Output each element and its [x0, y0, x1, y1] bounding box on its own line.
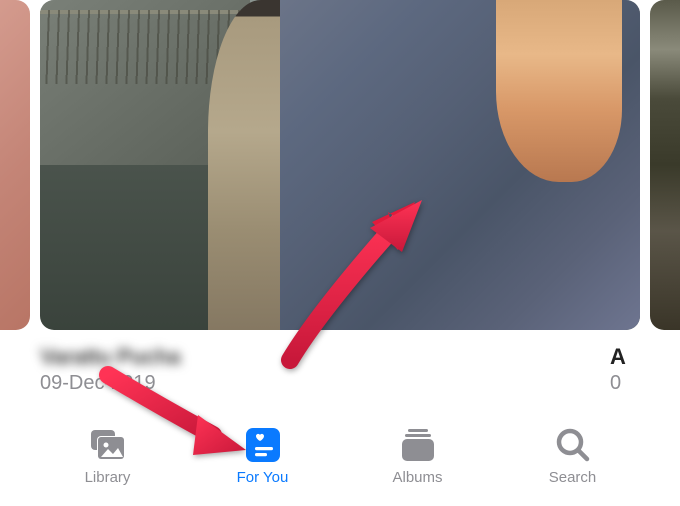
next-memory-peek[interactable] [650, 0, 680, 330]
albums-icon [397, 426, 439, 464]
tab-library[interactable]: Library [68, 426, 148, 486]
memory-title: Varattu Pucha [40, 344, 610, 370]
next-memory-title-partial: A [610, 344, 640, 370]
next-memory-date-partial: 0 [610, 372, 640, 395]
memory-photo[interactable] [40, 0, 640, 330]
for-you-icon [242, 426, 284, 464]
tab-albums-label: Albums [392, 469, 442, 486]
memory-metadata: Varattu Pucha 09-Dec-2019 A 0 [0, 330, 680, 395]
tab-library-label: Library [85, 469, 131, 486]
tab-search[interactable]: Search [533, 426, 613, 486]
bottom-tab-bar: Library For You Albums [0, 416, 680, 506]
tab-for-you-label: For You [237, 469, 289, 486]
memory-photo-row [0, 0, 680, 330]
memory-date: 09-Dec-2019 [40, 372, 610, 395]
tab-for-you[interactable]: For You [223, 426, 303, 486]
library-icon [87, 426, 129, 464]
tab-search-label: Search [549, 469, 597, 486]
tab-albums[interactable]: Albums [378, 426, 458, 486]
search-icon [552, 426, 594, 464]
previous-memory-peek[interactable] [0, 0, 30, 330]
